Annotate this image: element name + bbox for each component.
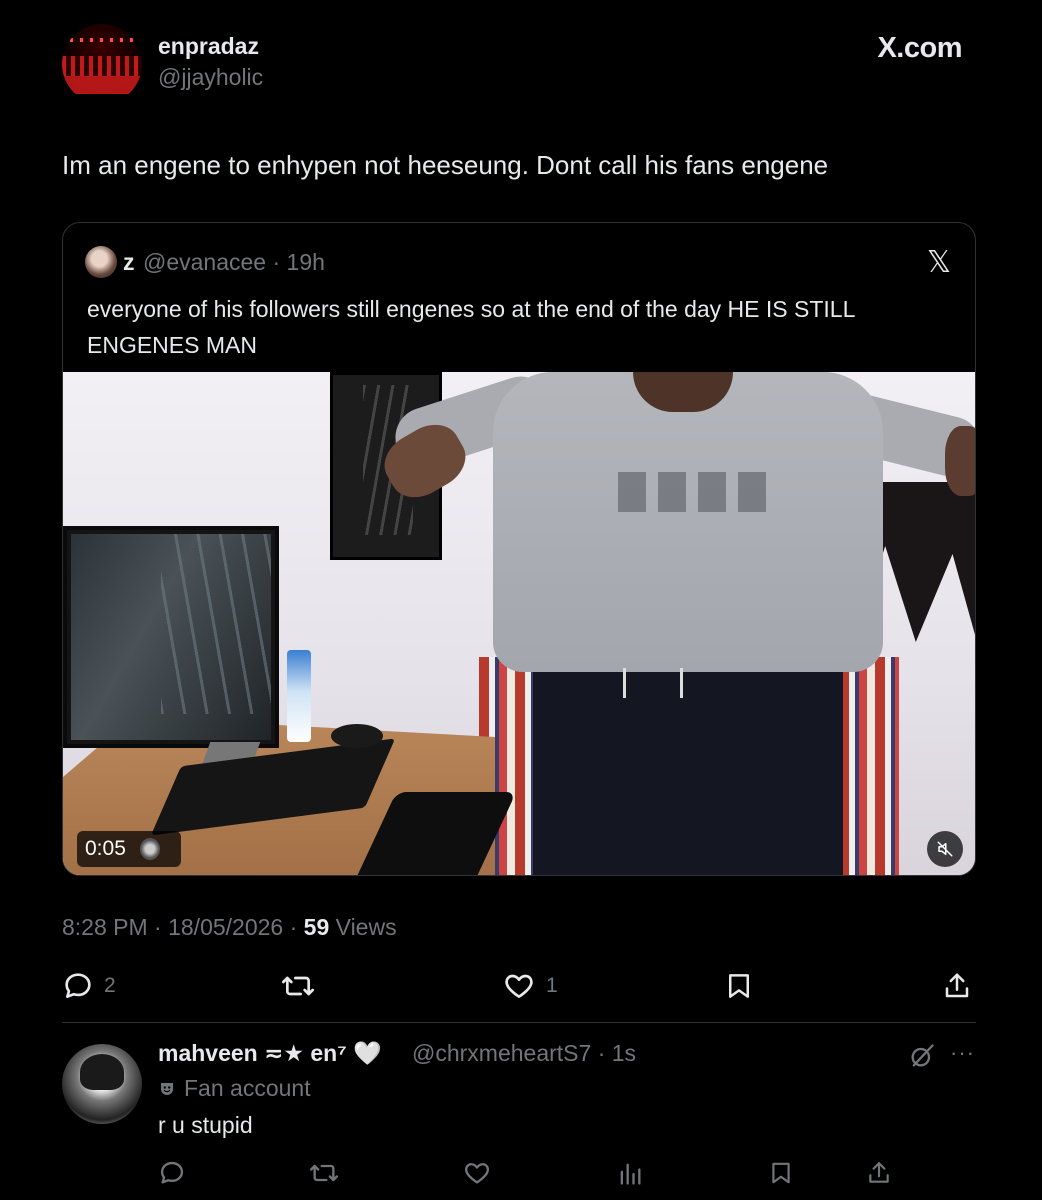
speaker-muted-icon [937,841,953,857]
mute-button[interactable] [927,831,963,867]
video-frame-hoodie-print [618,472,768,512]
share-icon [869,1162,889,1183]
tweet-text: Im an engene to enhypen not heeseung. Do… [62,150,829,180]
reply-share-button[interactable] [866,1156,892,1190]
reply-bookmark-button[interactable] [768,1156,794,1190]
avatar-stage [62,56,142,76]
reply-repost-button[interactable] [308,1156,340,1190]
share-icon [945,973,969,998]
reply-text: r u stupid [158,1112,253,1138]
reply-author-avatar[interactable] [62,1044,142,1124]
grok-icon [911,1044,934,1067]
more-options-button[interactable]: ··· [950,1040,975,1066]
reply-count: 2 [104,974,116,997]
avatar-stage-lights [70,38,134,42]
fan-account-text: Fan account [184,1075,311,1101]
quoted-tweet-text: everyone of his followers still engenes … [87,296,855,358]
bookmark-icon [729,974,749,998]
reply-button[interactable]: 2 [62,966,116,1006]
reply-like-button[interactable] [462,1156,492,1190]
video-source-avatar-icon [139,838,160,860]
author-avatar[interactable] [62,24,142,104]
reply-reply-button[interactable] [158,1156,186,1190]
video-duration-badge: 0:05 [77,831,181,867]
quoted-tweet-card[interactable]: z @evanacee · 19h 𝕏 everyone of his foll… [62,222,976,876]
bookmark-button[interactable] [724,966,754,1006]
repost-button[interactable] [280,966,316,1006]
analytics-icon [620,1163,641,1185]
video-frame-person-hoodie [493,372,883,672]
repost-icon [282,976,314,996]
reply-views-button[interactable] [616,1156,644,1190]
reply-icon [65,973,91,998]
video-frame-bottle [287,650,311,742]
reply-author-handle-time[interactable]: @chrxmeheartS7 · 1s [412,1040,636,1067]
bookmark-icon [772,1162,790,1184]
section-divider [62,1022,976,1023]
video-frame-monitor [63,526,279,748]
video-player[interactable]: 0:05 [63,372,975,875]
heart-icon [505,974,533,998]
video-frame-mouse [331,724,383,748]
theater-mask-icon [161,1082,173,1095]
white-heart-emoji: 🤍 [346,1040,382,1066]
reply-actions [158,1156,918,1190]
tweet-meta: 8:28 PM · 18/05/2026 · 59 Views [62,914,397,941]
reply-author-display-name: mahveen ≂★ en⁷ [158,1040,347,1066]
like-count: 1 [546,974,558,997]
x-logo-icon: 𝕏 [926,245,951,280]
heart-icon [465,1163,489,1184]
author-handle[interactable]: @jjayholic [158,64,263,91]
quoted-author-handle-time[interactable]: @evanacee · 19h [143,249,325,276]
views-count[interactable]: 59 [304,914,330,940]
video-frame-hand-right [945,426,975,496]
tweet-actions: 2 1 [62,966,976,1006]
video-frame-drawstrings [623,668,683,698]
x-com-logo[interactable]: X.com [877,32,962,65]
fan-account-label: Fan account [158,1075,311,1102]
like-button[interactable]: 1 [502,966,558,1006]
author-display-name[interactable]: enpradaz [158,33,259,60]
video-duration: 0:05 [85,837,126,860]
avatar-stage-glow [62,76,142,94]
reply-icon [160,1161,184,1184]
share-button[interactable] [942,966,972,1006]
reply-author-name[interactable]: mahveen ≂★ en⁷ 🤍 [158,1040,382,1067]
quoted-author-name[interactable]: z [123,249,135,276]
views-label: Views [329,914,397,940]
quoted-author-avatar[interactable] [85,246,117,278]
tweet-time-date[interactable]: 8:28 PM · 18/05/2026 · [62,914,304,940]
grok-button[interactable] [908,1042,936,1070]
repost-icon [309,1164,338,1182]
